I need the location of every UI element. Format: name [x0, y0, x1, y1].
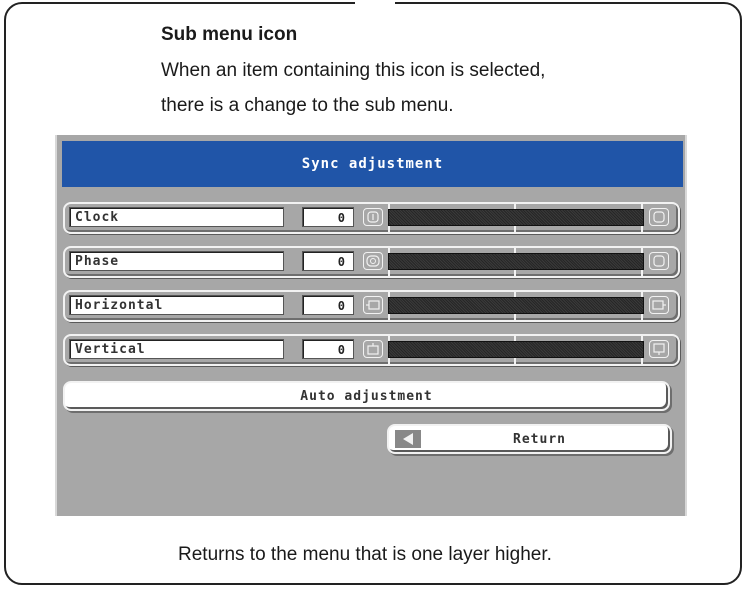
adjustment-slider[interactable] [388, 297, 644, 314]
footer-caption: Returns to the menu that is one layer hi… [178, 544, 552, 565]
description-line-2: there is a change to the sub menu. [161, 95, 454, 116]
row-label: Horizontal [69, 295, 284, 315]
description-line-1: When an item containing this icon is sel… [161, 60, 546, 81]
auto-adjustment-button[interactable]: Auto adjustment [63, 381, 670, 411]
row-value: 0 [302, 207, 354, 227]
row-label: Phase [69, 251, 284, 271]
menu-title: Sync adjustment [62, 141, 683, 187]
horizontal-position-icon[interactable] [363, 296, 383, 314]
osd-menu: Sync adjustment Clock 0 Phase 0 Horizont… [55, 135, 687, 516]
adjustment-slider[interactable] [388, 253, 644, 270]
vertical-up-icon[interactable] [649, 340, 669, 358]
row-value: 0 [302, 295, 354, 315]
adjustment-slider[interactable] [388, 341, 644, 358]
clock-row[interactable]: Clock 0 [63, 202, 680, 234]
clock-wave-icon[interactable] [363, 208, 383, 226]
return-label: Return [513, 431, 566, 447]
frame-gap [355, 0, 395, 6]
vertical-row[interactable]: Vertical 0 [63, 334, 680, 366]
horizontal-row[interactable]: Horizontal 0 [63, 290, 680, 322]
horizontal-right-icon[interactable] [649, 296, 669, 314]
row-value: 0 [302, 339, 354, 359]
increase-icon[interactable] [649, 252, 669, 270]
phase-row[interactable]: Phase 0 [63, 246, 680, 278]
phase-wave-icon[interactable] [363, 252, 383, 270]
adjustment-slider[interactable] [388, 209, 644, 226]
increase-icon[interactable] [649, 208, 669, 226]
row-label: Clock [69, 207, 284, 227]
row-value: 0 [302, 251, 354, 271]
row-label: Vertical [69, 339, 284, 359]
vertical-position-icon[interactable] [363, 340, 383, 358]
return-button[interactable]: Return [387, 424, 672, 454]
section-title: Sub menu icon [161, 24, 298, 45]
